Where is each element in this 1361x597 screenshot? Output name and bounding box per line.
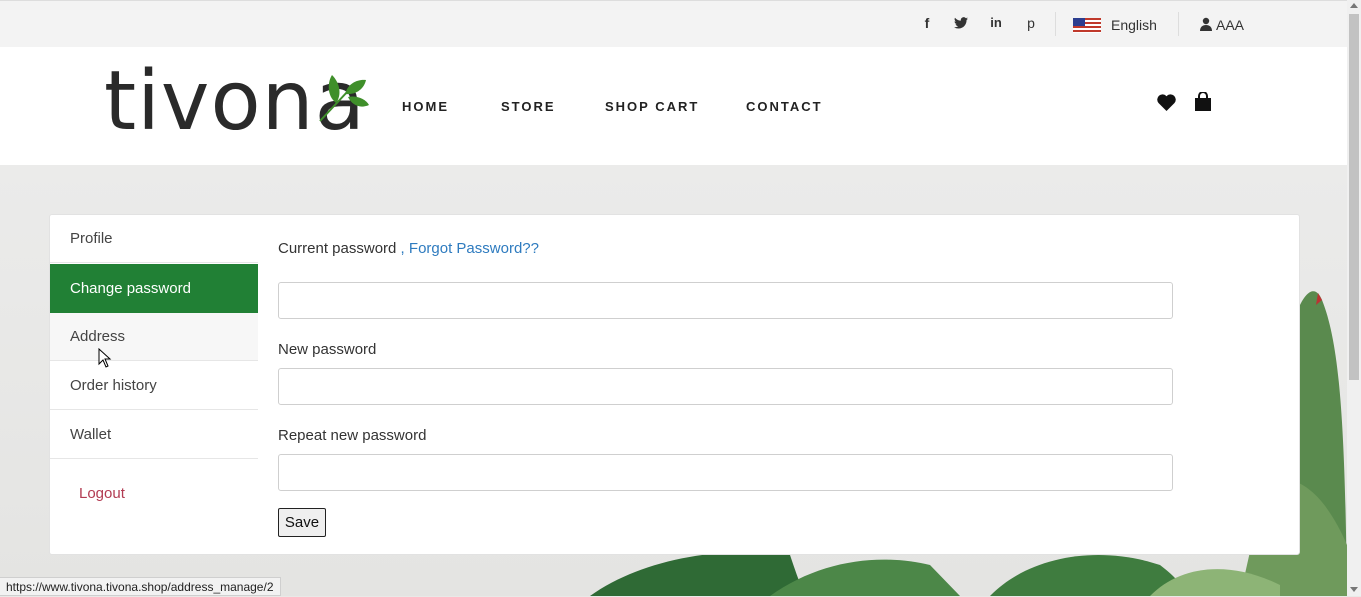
top-bar: f in p English AAA	[0, 0, 1347, 48]
current-password-label: Current password , Forgot Password??	[278, 240, 539, 257]
sidebar-item-profile[interactable]: Profile	[50, 215, 258, 263]
current-password-input[interactable]	[278, 282, 1173, 319]
twitter-icon[interactable]	[951, 15, 971, 35]
nav-shop-cart[interactable]: SHOP CART	[605, 99, 699, 114]
user-icon[interactable]	[1200, 17, 1212, 31]
us-flag-icon[interactable]	[1073, 18, 1101, 33]
separator-text: ,	[396, 240, 409, 257]
linkedin-icon[interactable]: in	[986, 15, 1006, 35]
forgot-password-link[interactable]: Forgot Password??	[409, 240, 539, 257]
mouse-cursor-icon	[98, 348, 112, 368]
logout-link[interactable]: Logout	[79, 485, 125, 502]
scrollbar-thumb[interactable]	[1349, 14, 1359, 380]
sidebar-item-wallet[interactable]: Wallet	[50, 411, 258, 459]
divider	[1055, 12, 1056, 36]
nav-store[interactable]: STORE	[501, 99, 556, 114]
repeat-password-input[interactable]	[278, 454, 1173, 491]
facebook-icon[interactable]: f	[917, 15, 937, 35]
nav-home[interactable]: HOME	[402, 99, 449, 114]
site-header: tivona HOME STORE SHOP CART CONTACT	[0, 47, 1347, 165]
save-button[interactable]: Save	[278, 508, 326, 537]
pinterest-icon[interactable]: p	[1021, 15, 1041, 35]
new-password-label: New password	[278, 341, 377, 358]
account-panel: Profile Change password Address Order hi…	[49, 214, 1300, 555]
heart-icon[interactable]	[1157, 94, 1176, 111]
status-bar-url: https://www.tivona.tivona.shop/address_m…	[0, 577, 281, 596]
current-password-label-text: Current password	[278, 240, 397, 257]
sidebar-item-address[interactable]: Address	[50, 313, 258, 361]
new-password-input[interactable]	[278, 368, 1173, 405]
sidebar-item-order-history[interactable]: Order history	[50, 362, 258, 410]
leaf-logo-icon	[319, 75, 369, 122]
shopping-bag-icon[interactable]	[1194, 92, 1212, 111]
divider	[1178, 12, 1179, 36]
language-selector[interactable]: English	[1111, 17, 1157, 33]
repeat-password-label: Repeat new password	[278, 427, 427, 444]
scroll-up-arrow-icon[interactable]	[1350, 3, 1358, 8]
user-account-link[interactable]: AAA	[1216, 17, 1244, 33]
scroll-down-arrow-icon[interactable]	[1350, 587, 1358, 592]
sidebar-item-change-password[interactable]: Change password	[50, 264, 258, 313]
nav-contact[interactable]: CONTACT	[746, 99, 823, 114]
